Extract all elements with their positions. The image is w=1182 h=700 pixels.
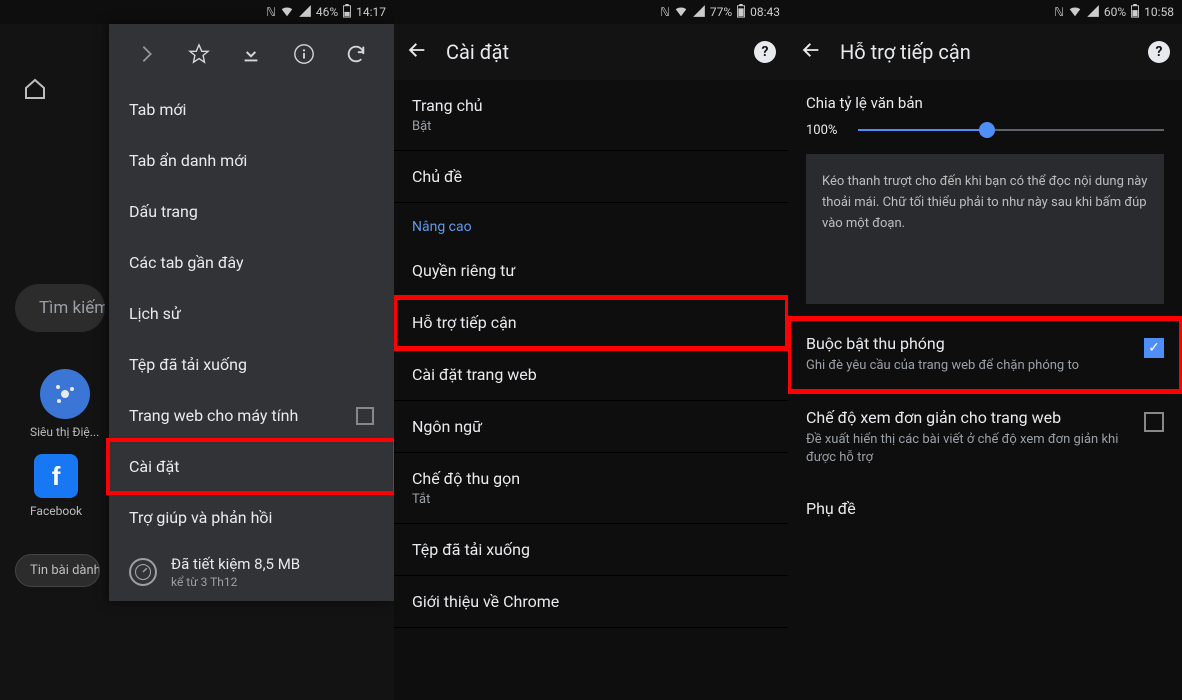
setting-downloads[interactable]: Tệp đã tải xuống (394, 524, 788, 576)
forward-icon[interactable] (135, 42, 159, 66)
menu-new-tab[interactable]: Tab mới (109, 84, 394, 135)
signal-icon (298, 4, 312, 21)
facebook-icon: f (34, 454, 78, 498)
status-bar: ℕ 60% 10:58 (788, 0, 1182, 24)
battery-text: 46% (316, 5, 338, 19)
help-icon[interactable]: ? (1148, 41, 1170, 63)
slider-thumb[interactable] (979, 122, 995, 138)
download-icon[interactable] (239, 42, 263, 66)
captions-row[interactable]: Phụ đề (788, 483, 1182, 538)
force-zoom-checkbox[interactable]: ✓ (1144, 338, 1164, 358)
force-zoom-row[interactable]: Buộc bật thu phóng Ghi đè yêu cầu của tr… (788, 318, 1182, 391)
menu-bookmarks[interactable]: Dấu trang (109, 186, 394, 237)
overflow-menu: Tab mới Tab ẩn danh mới Dấu trang Các ta… (109, 24, 394, 601)
info-icon[interactable] (292, 42, 316, 66)
captions-title: Phụ đề (806, 499, 1164, 518)
simplified-sub: Đề xuất hiển thị các bài viết ở chế độ x… (806, 431, 1130, 467)
setting-accessibility[interactable]: Hỗ trợ tiếp cận (394, 297, 788, 349)
menu-settings[interactable]: Cài đặt (109, 441, 394, 492)
shortcut-item[interactable]: f Facebook (30, 454, 82, 518)
clock-text: 08:43 (750, 5, 780, 19)
page-title: Hỗ trợ tiếp cận (840, 40, 1130, 64)
setting-language[interactable]: Ngôn ngữ (394, 401, 788, 453)
home-icon[interactable] (15, 69, 55, 109)
shortcut-label: Facebook (30, 504, 82, 518)
nfc-icon: ℕ (660, 5, 670, 19)
menu-downloads[interactable]: Tệp đã tải xuống (109, 339, 394, 390)
shortcut-label: Siêu thị Điệ... (30, 425, 99, 439)
setting-theme[interactable]: Chủ đề (394, 151, 788, 203)
menu-new-incognito[interactable]: Tab ẩn danh mới (109, 135, 394, 186)
page-title: Cài đặt (446, 40, 736, 64)
clock-text: 10:58 (1144, 5, 1174, 19)
back-icon[interactable] (406, 39, 428, 65)
wifi-icon (280, 4, 294, 21)
menu-help[interactable]: Trợ giúp và phản hồi (109, 492, 394, 543)
status-bar: ℕ 46% 14:17 (0, 0, 394, 24)
shortcut-icon (40, 369, 90, 419)
nfc-icon: ℕ (266, 5, 276, 19)
search-input[interactable]: Tìm kiếm (15, 284, 105, 332)
simplified-view-row[interactable]: Chế độ xem đơn giản cho trang web Đề xuấ… (788, 392, 1182, 483)
star-icon[interactable] (187, 42, 211, 66)
menu-history[interactable]: Lịch sử (109, 288, 394, 339)
nfc-icon: ℕ (1054, 5, 1064, 19)
battery-text: 60% (1104, 5, 1126, 19)
menu-desktop-site[interactable]: Trang web cho máy tính (109, 390, 394, 441)
battery-icon (342, 4, 352, 21)
help-icon[interactable]: ? (754, 41, 776, 63)
wifi-icon (1068, 4, 1082, 21)
force-zoom-title: Buộc bật thu phóng (806, 334, 1130, 353)
data-saver-info[interactable]: Đã tiết kiệm 8,5 MB kể từ 3 Th12 (109, 543, 394, 601)
signal-icon (692, 4, 706, 21)
signal-icon (1086, 4, 1100, 21)
clock-text: 14:17 (356, 5, 386, 19)
status-bar: ℕ 77% 08:43 (394, 0, 788, 24)
data-saved-line1: Đã tiết kiệm 8,5 MB (171, 555, 300, 573)
text-scaling-hint: Kéo thanh trượt cho đến khi bạn có thể đ… (806, 154, 1164, 304)
battery-text: 77% (710, 5, 732, 19)
news-chip[interactable]: Tin bài dành (15, 554, 100, 587)
back-icon[interactable] (800, 39, 822, 65)
data-saved-line2: kể từ 3 Th12 (171, 575, 300, 589)
text-scaling-slider[interactable] (858, 120, 1164, 140)
text-scaling-value: 100% (806, 123, 846, 138)
battery-icon (736, 4, 746, 21)
shortcut-item[interactable]: Siêu thị Điệ... (30, 369, 99, 439)
reload-icon[interactable] (344, 42, 368, 66)
section-advanced: Nâng cao (394, 203, 788, 245)
setting-about[interactable]: Giới thiệu về Chrome (394, 576, 788, 628)
setting-site-settings[interactable]: Cài đặt trang web (394, 349, 788, 401)
simplified-checkbox[interactable] (1144, 412, 1164, 432)
force-zoom-sub: Ghi đè yêu cầu của trang web để chặn phó… (806, 357, 1130, 375)
setting-homepage[interactable]: Trang chủ Bật (394, 80, 788, 151)
speedometer-icon (129, 558, 157, 586)
battery-icon (1130, 4, 1140, 21)
setting-lite-mode[interactable]: Chế độ thu gọn Tắt (394, 453, 788, 524)
setting-privacy[interactable]: Quyền riêng tư (394, 245, 788, 297)
wifi-icon (674, 4, 688, 21)
desktop-site-checkbox[interactable] (356, 407, 374, 425)
menu-recent-tabs[interactable]: Các tab gần đây (109, 237, 394, 288)
simplified-title: Chế độ xem đơn giản cho trang web (806, 408, 1130, 427)
text-scaling-label: Chia tỷ lệ văn bản (806, 94, 1164, 112)
